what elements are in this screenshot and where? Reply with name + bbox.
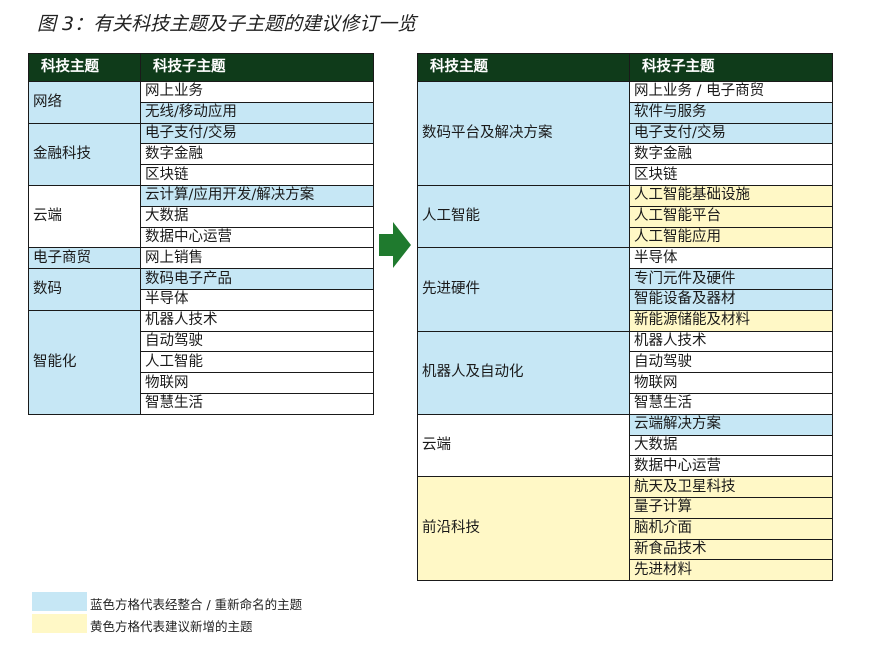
subtheme-cell: 新食品技术 [629, 538, 833, 561]
subtheme-cell: 先进材料 [629, 559, 833, 582]
subtheme-cell: 机器人技术 [629, 330, 833, 353]
subtheme-cell: 区块链 [629, 164, 833, 186]
table-row: 云端 云计算/应用开发/解决方案 [28, 184, 374, 249]
subtheme-cell: 半导体 [629, 247, 833, 270]
subtheme-cell: 自动驾驶 [140, 330, 374, 353]
subtheme-cell: 电子支付/交易 [629, 122, 833, 145]
theme-cell: 人工智能 [417, 184, 630, 249]
subtheme-cell: 数据中心运营 [629, 455, 833, 478]
subtheme-cell: 软件与服务 [629, 101, 833, 124]
subtheme-cell: 半导体 [140, 288, 374, 311]
table-row: 金融科技 电子支付/交易 [28, 122, 374, 186]
subtheme-cell: 区块链 [140, 164, 374, 186]
subtheme-cell: 数码电子产品 [140, 268, 374, 290]
legend-label-blue: 蓝色方格代表经整合 / 重新命名的主题 [90, 597, 303, 612]
header-subtheme: 科技子主题 [629, 53, 833, 82]
table-row: 网络 网上业务 [28, 81, 374, 124]
current-themes-table: 科技主题 科技子主题 网络 网上业务 无线/移动应用 金融科技 电子支付/交易 数字金融区… [28, 53, 374, 415]
header-theme: 科技主题 [417, 53, 630, 82]
subtheme-cell: 智能设备及器材 [629, 288, 833, 311]
theme-cell: 先进硬件 [417, 247, 630, 332]
subtheme-cell: 数据中心运营 [140, 226, 374, 249]
revised-themes-table: 科技主题 科技子主题 数码平台及解决方案 网上业务 / 电子商贸 软件与服务 电子支付… [417, 53, 833, 582]
subtheme-cell: 网上业务 [140, 81, 374, 103]
legend-swatch-yellow [32, 614, 87, 633]
theme-cell: 金融科技 [28, 122, 141, 186]
subtheme-cell: 云计算/应用开发/解决方案 [140, 184, 374, 207]
theme-cell: 智能化 [28, 309, 141, 415]
subtheme-cell: 新能源储能及材料 [629, 309, 833, 332]
table-row: 人工智能 人工智能基础设施 [417, 184, 833, 249]
subtheme-cell: 大数据 [629, 434, 833, 457]
table-row: 数码平台及解决方案 网上业务 / 电子商贸 [417, 81, 833, 186]
subtheme-cell: 机器人技术 [140, 309, 374, 332]
subtheme-cell: 网上业务 / 电子商贸 [629, 81, 833, 103]
table-row: 电子商贸 网上销售 [28, 247, 374, 270]
figure-title: 图 3：有关科技主题及子主题的建议修订一览 [37, 13, 417, 35]
right-arrow-icon [379, 222, 411, 268]
theme-cell: 前沿科技 [417, 476, 630, 582]
legend-swatch-blue [32, 592, 87, 611]
theme-cell: 数码平台及解决方案 [417, 81, 630, 186]
subtheme-cell: 自动驾驶 [629, 351, 833, 374]
subtheme-cell: 人工智能平台 [629, 205, 833, 228]
subtheme-cell: 物联网 [140, 372, 374, 394]
subtheme-cell: 电子支付/交易 [140, 122, 374, 145]
subtheme-cell: 人工智能应用 [629, 226, 833, 249]
subtheme-cell: 量子计算 [629, 496, 833, 519]
table-row: 先进硬件 半导体 [417, 247, 833, 332]
legend-label-yellow: 黄色方格代表建议新增的主题 [90, 619, 253, 634]
subtheme-cell: 物联网 [629, 372, 833, 394]
subtheme-cell: 专门元件及硬件 [629, 268, 833, 290]
table-header-row: 科技主题 科技子主题 [417, 53, 833, 82]
subtheme-cell: 脑机介面 [629, 517, 833, 540]
table-row: 数码 数码电子产品 [28, 268, 374, 311]
subtheme-cell: 人工智能基础设施 [629, 184, 833, 207]
table-header-row: 科技主题 科技子主题 [28, 53, 374, 82]
subtheme-cell: 大数据 [140, 205, 374, 228]
header-theme: 科技主题 [28, 53, 141, 82]
subtheme-cell: 数字金融 [140, 143, 374, 166]
subtheme-cell: 无线/移动应用 [140, 101, 374, 124]
subtheme-cell: 云端解决方案 [629, 413, 833, 436]
table-row: 云端 云端解决方案 [417, 413, 833, 478]
theme-cell: 数码 [28, 268, 141, 311]
subtheme-cell: 人工智能 [140, 351, 374, 374]
table-row: 智能化 机器人技术 [28, 309, 374, 415]
subtheme-cell: 网上销售 [140, 247, 374, 270]
table-row: 前沿科技 航天及卫星科技 [417, 476, 833, 582]
table-row: 机器人及自动化 机器人技术 [417, 330, 833, 415]
subtheme-cell: 数字金融 [629, 143, 833, 166]
subtheme-cell: 智慧生活 [629, 392, 833, 415]
theme-cell: 云端 [28, 184, 141, 249]
theme-cell: 电子商贸 [28, 247, 141, 270]
theme-cell: 云端 [417, 413, 630, 478]
subtheme-cell: 智慧生活 [140, 392, 374, 415]
theme-cell: 机器人及自动化 [417, 330, 630, 415]
theme-cell: 网络 [28, 81, 141, 124]
header-subtheme: 科技子主题 [140, 53, 374, 82]
subtheme-cell: 航天及卫星科技 [629, 476, 833, 498]
